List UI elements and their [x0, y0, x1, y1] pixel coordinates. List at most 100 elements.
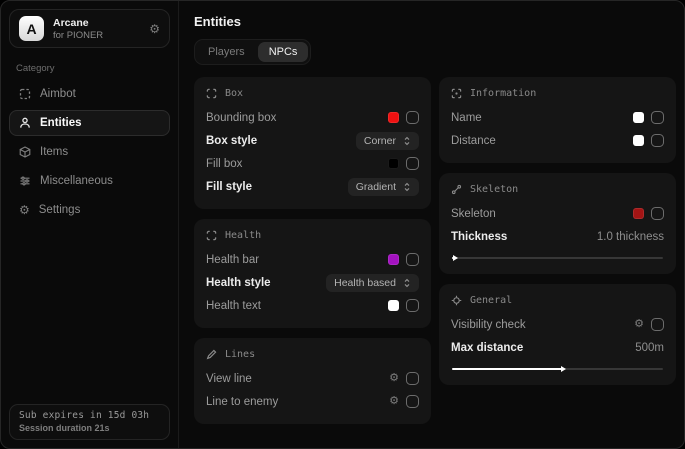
- select-value: Health based: [334, 277, 396, 289]
- card-title: Lines: [225, 349, 255, 360]
- setting-label: Fill box: [206, 158, 242, 170]
- setting-label: Health text: [206, 300, 261, 312]
- view-line-checkbox[interactable]: [406, 372, 419, 385]
- skeleton-checkbox[interactable]: [651, 207, 664, 220]
- thickness-slider[interactable]: [452, 257, 663, 259]
- sidebar: A Arcane for PIONER ⚙ Category Aimbot En…: [1, 1, 179, 448]
- sidebar-item-entities[interactable]: Entities: [9, 110, 170, 136]
- fill-style-select[interactable]: Gradient: [348, 178, 419, 196]
- distance-checkbox[interactable]: [651, 134, 664, 147]
- information-card: Information Name Distance: [439, 77, 676, 163]
- max-distance-value: 500m: [635, 342, 664, 354]
- skeleton-card: Skeleton Skeleton Thickness 1.0 thicknes…: [439, 173, 676, 274]
- left-column: Box Bounding box Box style Corner: [194, 77, 431, 424]
- setting-label: Health style: [206, 277, 271, 289]
- card-title: Box: [225, 88, 243, 99]
- box-style-select[interactable]: Corner: [356, 132, 419, 150]
- sidebar-item-label: Entities: [40, 117, 82, 129]
- tab-npcs[interactable]: NPCs: [258, 42, 309, 62]
- bounding-box-row: Bounding box: [206, 106, 419, 129]
- fill-box-row: Fill box: [206, 152, 419, 175]
- fill-box-color-swatch[interactable]: [388, 158, 399, 169]
- skeleton-row: Skeleton: [451, 202, 664, 225]
- category-label: Category: [16, 63, 163, 74]
- distance-row: Distance: [451, 129, 664, 152]
- setting-label: Max distance: [451, 342, 523, 354]
- max-distance-row: Max distance 500m: [451, 336, 664, 359]
- health-style-row: Health style Health based: [206, 271, 419, 294]
- name-checkbox[interactable]: [651, 111, 664, 124]
- fill-box-checkbox[interactable]: [406, 157, 419, 170]
- info-scan-icon: [451, 88, 462, 99]
- name-color-swatch[interactable]: [633, 112, 644, 123]
- setting-label: Health bar: [206, 254, 259, 266]
- gear-icon[interactable]: ⚙: [389, 396, 399, 407]
- general-card: General Visibility check ⚙ Max distance …: [439, 284, 676, 385]
- health-bar-row: Health bar: [206, 248, 419, 271]
- sidebar-item-items[interactable]: Items: [9, 139, 170, 165]
- health-bar-color-swatch[interactable]: [388, 254, 399, 265]
- app-subtitle: for PIONER: [53, 30, 103, 41]
- entities-icon: [19, 117, 31, 129]
- sidebar-item-miscellaneous[interactable]: Miscellaneous: [9, 168, 170, 194]
- bone-icon: [451, 184, 462, 195]
- setting-label: Name: [451, 112, 482, 124]
- cube-icon: [19, 146, 31, 158]
- setting-label: Distance: [451, 135, 496, 147]
- thickness-value: 1.0 thickness: [597, 231, 664, 243]
- select-value: Gradient: [356, 181, 396, 193]
- gear-icon[interactable]: ⚙: [634, 319, 644, 330]
- box-style-row: Box style Corner: [206, 129, 419, 152]
- visibility-check-row: Visibility check ⚙: [451, 313, 664, 336]
- card-title: Skeleton: [470, 184, 518, 195]
- entity-type-tabs: Players NPCs: [194, 39, 311, 65]
- name-row: Name: [451, 106, 664, 129]
- slider-handle[interactable]: [453, 255, 458, 261]
- lines-card: Lines View line ⚙ Line to enemy ⚙: [194, 338, 431, 424]
- card-title: Information: [470, 88, 536, 99]
- setting-label: View line: [206, 373, 252, 385]
- subscription-info-card: Sub expires in 15d 03h Session duration …: [9, 404, 170, 440]
- gear-icon[interactable]: ⚙: [389, 373, 399, 384]
- setting-label: Line to enemy: [206, 396, 278, 408]
- card-title: General: [470, 295, 512, 306]
- slider-handle[interactable]: [561, 366, 566, 372]
- misc-icon: [19, 175, 31, 187]
- card-title: Health: [225, 230, 261, 241]
- health-bar-checkbox[interactable]: [406, 253, 419, 266]
- pencil-line-icon: [206, 349, 217, 360]
- session-duration-text: Session duration 21s: [19, 423, 160, 433]
- health-text-color-swatch[interactable]: [388, 300, 399, 311]
- distance-color-swatch[interactable]: [633, 135, 644, 146]
- health-text-checkbox[interactable]: [406, 299, 419, 312]
- sidebar-item-label: Miscellaneous: [40, 175, 113, 187]
- skeleton-color-swatch[interactable]: [633, 208, 644, 219]
- sidebar-item-label: Aimbot: [40, 88, 76, 100]
- setting-label: Bounding box: [206, 112, 276, 124]
- thickness-row: Thickness 1.0 thickness: [451, 225, 664, 248]
- sidebar-item-aimbot[interactable]: Aimbot: [9, 81, 170, 107]
- health-card: Health Health bar Health style Health ba…: [194, 219, 431, 328]
- line-to-enemy-row: Line to enemy ⚙: [206, 390, 419, 413]
- max-distance-slider[interactable]: [452, 368, 663, 370]
- sub-expiry-text: Sub expires in 15d 03h: [19, 410, 160, 421]
- tab-players[interactable]: Players: [197, 42, 256, 62]
- sidebar-item-label: Items: [40, 146, 68, 158]
- bounding-box-checkbox[interactable]: [406, 111, 419, 124]
- corner-brackets-icon: [206, 88, 217, 99]
- bounding-box-color-swatch[interactable]: [388, 112, 399, 123]
- crosshair-frame-icon: [19, 88, 31, 100]
- line-to-enemy-checkbox[interactable]: [406, 395, 419, 408]
- sidebar-item-settings[interactable]: ⚙ Settings: [9, 197, 170, 223]
- app-title: Arcane: [53, 17, 103, 29]
- setting-label: Skeleton: [451, 208, 496, 220]
- crosshair-icon: [451, 295, 462, 306]
- right-column: Information Name Distance: [439, 77, 676, 385]
- setting-label: Thickness: [451, 231, 507, 243]
- visibility-check-checkbox[interactable]: [651, 318, 664, 331]
- unfold-icon: [403, 182, 411, 192]
- health-style-select[interactable]: Health based: [326, 274, 419, 292]
- gear-icon[interactable]: ⚙: [149, 23, 160, 35]
- main-content: Entities Players NPCs Box Bounding box: [179, 1, 684, 448]
- corner-brackets-icon: [206, 230, 217, 241]
